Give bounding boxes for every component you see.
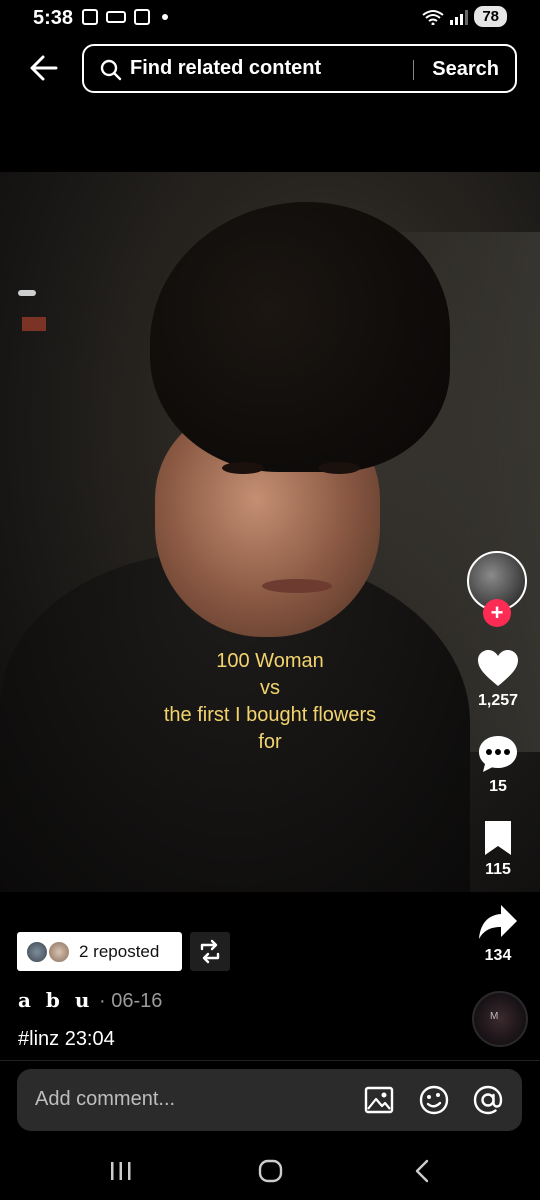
caption-line: the first I bought flowers	[163, 704, 377, 726]
share-arrow-icon	[479, 905, 517, 939]
system-navigation-bar	[0, 1140, 540, 1200]
music-disc-label: M	[490, 1011, 499, 1022]
search-bar[interactable]: Find related content Search	[82, 44, 517, 93]
search-input[interactable]: Find related content	[130, 57, 321, 80]
caption-line: for	[258, 731, 282, 753]
status-bar: 5:38 78	[0, 0, 540, 36]
recent-apps-icon[interactable]	[106, 1156, 136, 1186]
video-background-light	[18, 290, 36, 296]
video-subject-eye-left	[222, 462, 264, 474]
reposted-label: 2 reposted	[79, 942, 160, 961]
repost-button[interactable]	[190, 932, 230, 971]
battery-badge: 78	[474, 6, 507, 27]
back-nav-icon[interactable]	[408, 1156, 438, 1186]
voicemail-icon	[106, 11, 126, 23]
search-divider	[413, 60, 414, 80]
music-disc[interactable]: M	[472, 991, 528, 1047]
follow-button[interactable]: +	[483, 599, 511, 627]
more-notifications-dot-icon	[162, 14, 168, 20]
image-icon[interactable]	[363, 1084, 395, 1116]
signal-icon	[450, 9, 469, 25]
video-subject-mouth	[262, 579, 332, 593]
bookmark-icon	[485, 821, 511, 855]
video-subject-eye-right	[318, 462, 360, 474]
video-caption: 100 Woman vs the first I bought flowers …	[120, 648, 420, 756]
search-button[interactable]: Search	[432, 58, 499, 81]
comment-bar[interactable]: Add comment...	[17, 1069, 522, 1131]
repost-icon	[200, 939, 220, 964]
caption-line: 100 Woman	[216, 650, 324, 672]
reposted-chip[interactable]: 2 reposted	[17, 932, 182, 971]
emoji-icon[interactable]	[418, 1084, 450, 1116]
author-line: a b u · 06-16	[18, 988, 162, 1013]
status-right: 78	[422, 6, 507, 27]
post-date: · 06-16	[98, 990, 163, 1012]
share-count: 134	[484, 947, 512, 964]
comment-button[interactable]: 15	[460, 734, 536, 796]
post-description[interactable]: #linz 23:04	[18, 1028, 115, 1051]
caption-line: vs	[260, 677, 280, 699]
screenshot-icon	[134, 9, 150, 25]
video-subject-hair	[150, 202, 450, 472]
divider	[0, 1060, 540, 1061]
comment-bubble-icon	[479, 736, 517, 772]
save-count: 115	[485, 861, 511, 878]
comment-count: 15	[489, 778, 507, 795]
mention-icon[interactable]	[472, 1084, 504, 1116]
share-button[interactable]: 134	[460, 903, 536, 965]
video-background-sign	[22, 317, 46, 331]
repost-avatar	[47, 940, 71, 964]
like-count: 1,257	[477, 692, 519, 709]
wifi-icon	[422, 9, 444, 25]
search-icon	[100, 59, 122, 81]
back-button[interactable]	[26, 50, 62, 86]
arrow-left-icon	[30, 55, 58, 81]
status-time: 5:38	[33, 7, 74, 29]
shop-notification-icon	[82, 9, 98, 25]
status-notification-icons	[82, 9, 168, 25]
like-button[interactable]: 1,257	[460, 648, 536, 710]
save-button[interactable]: 115	[460, 819, 536, 879]
repost-avatar	[25, 940, 49, 964]
home-icon[interactable]	[256, 1156, 286, 1186]
heart-icon	[478, 650, 518, 686]
comment-input[interactable]: Add comment...	[35, 1088, 175, 1111]
author-name[interactable]: a b u	[18, 988, 93, 1012]
video-player[interactable]: 100 Woman vs the first I bought flowers …	[0, 172, 540, 892]
